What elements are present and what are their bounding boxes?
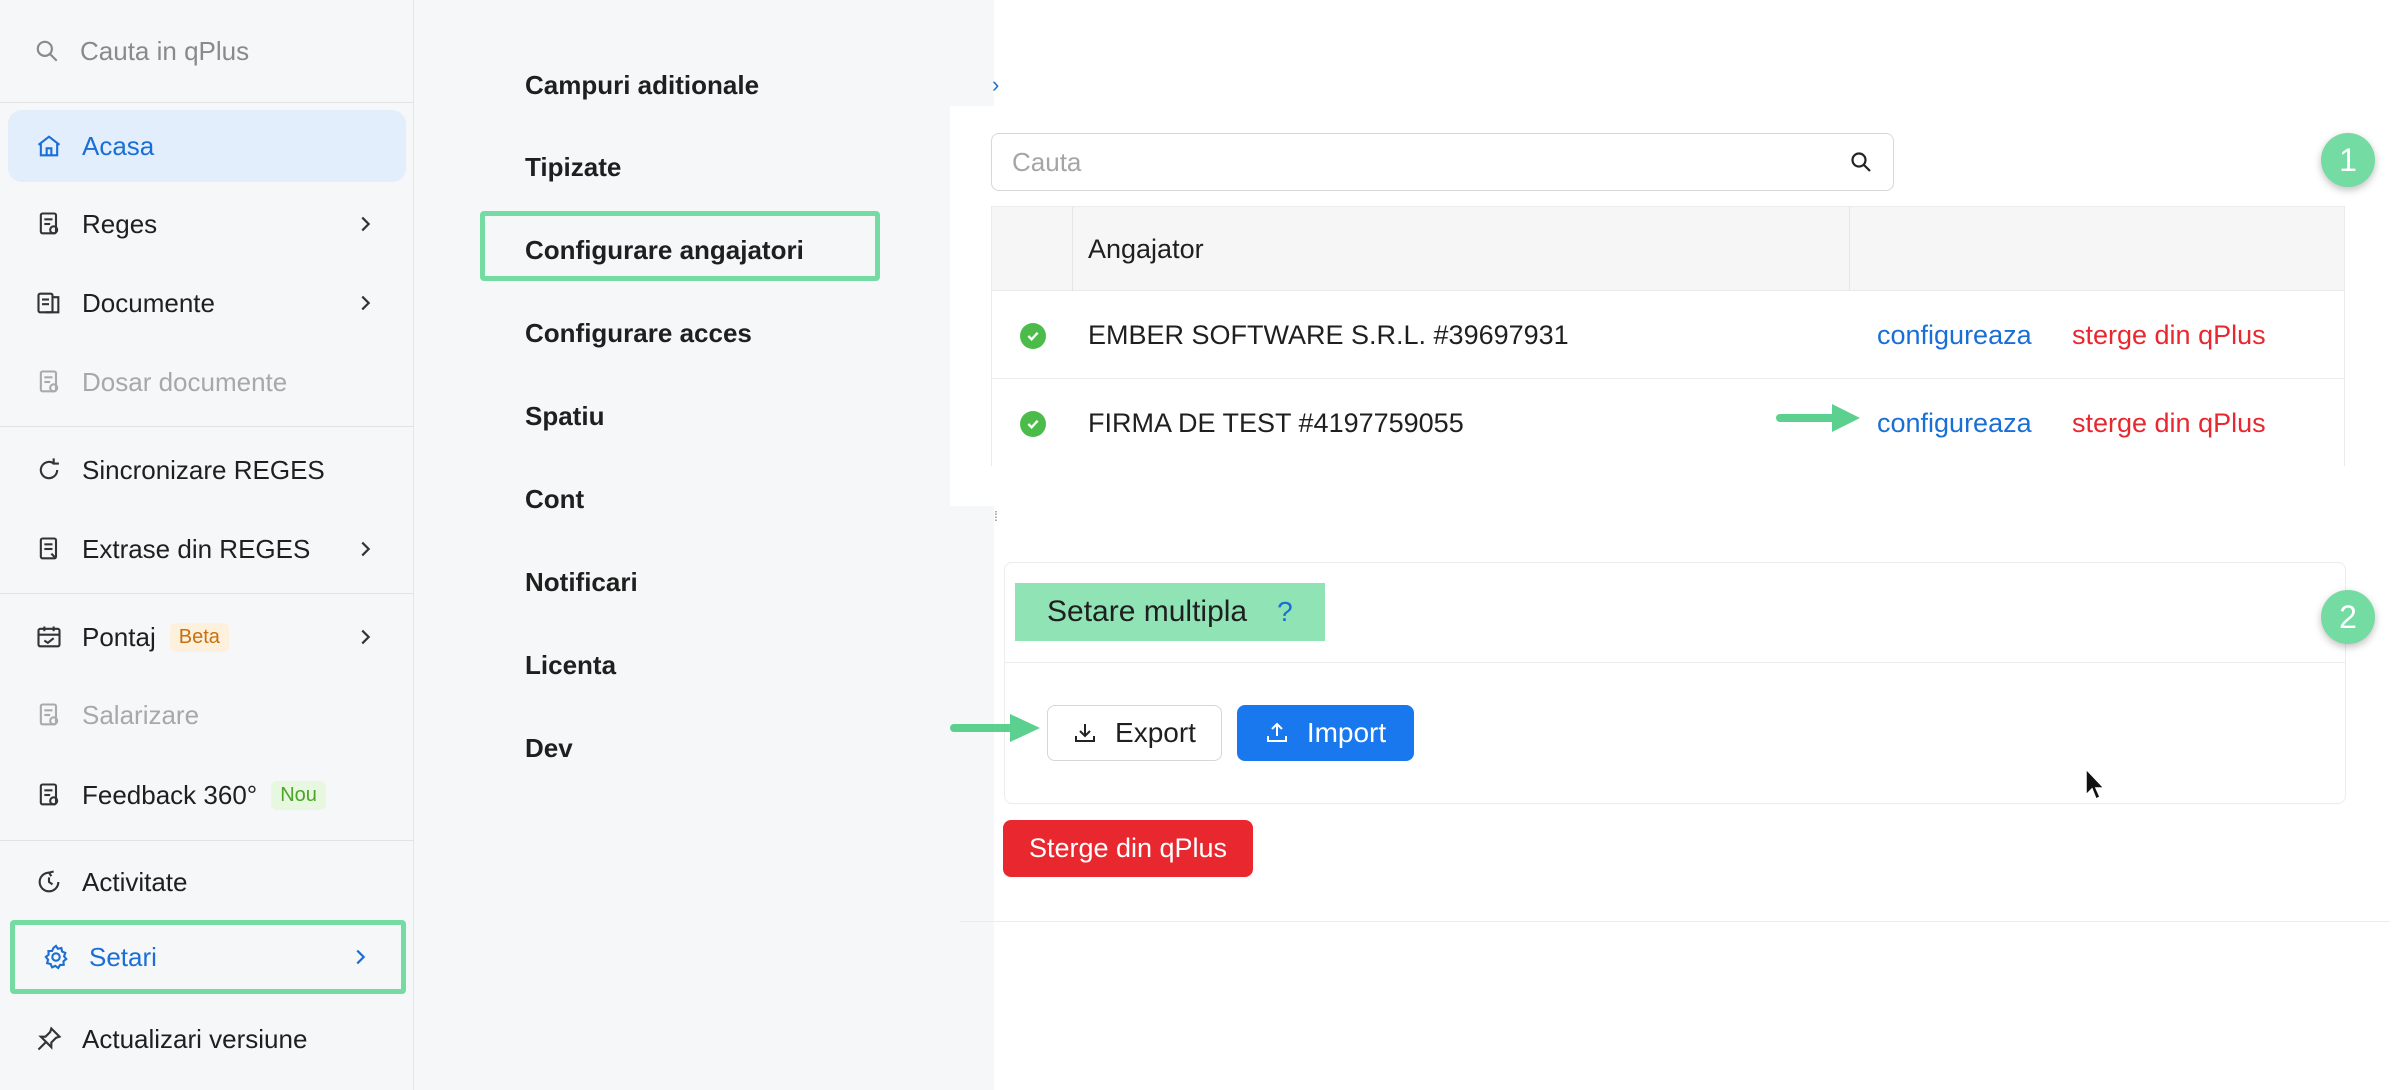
sidebar-item-label: Sincronizare REGES — [82, 454, 325, 485]
configure-link[interactable]: configureaza — [1877, 379, 2032, 467]
folder-doc-icon — [34, 367, 64, 397]
sidebar-item-label: Reges — [82, 208, 158, 239]
setare-title: Setare multipla ? — [1015, 583, 1325, 641]
sidebar-item-salarizare: Salarizare — [8, 679, 406, 751]
sidebar-item-label: Documente — [82, 287, 215, 318]
check-circle-icon — [1020, 323, 1046, 349]
sidebar: Cauta in qPlus Acasa Reges Documente Dos… — [0, 0, 414, 1090]
sidebar-item-label: Feedback 360° — [82, 779, 258, 810]
sidebar-item-actualizari-versiune[interactable]: Actualizari versiune — [8, 1003, 406, 1075]
sidebar-item-dosar-documente: Dosar documente — [8, 346, 406, 418]
chevron-right-icon — [361, 295, 371, 311]
mouse-cursor-icon — [2085, 767, 2106, 801]
sidebar-item-extrase-din-reges[interactable]: Extrase din REGES — [8, 513, 406, 585]
clock-icon — [34, 867, 64, 897]
sidebar-item-setari[interactable]: Setari — [10, 920, 406, 994]
scroll-stub: › — [992, 72, 1000, 97]
delete-link[interactable]: sterge din qPlus — [2072, 379, 2266, 467]
sidebar-item-pontaj[interactable]: Pontaj Beta — [8, 601, 406, 673]
sidebar-item-label: Dosar documente — [82, 366, 288, 397]
document-icon — [34, 209, 64, 239]
chevron-right-icon — [361, 541, 371, 557]
sidebar-item-label: Acasa — [82, 130, 155, 161]
chevron-right-icon — [356, 949, 366, 965]
setare-multipla-card: Setare multipla ? — [1004, 562, 2346, 804]
submenu-item-cont[interactable]: Cont — [525, 484, 584, 515]
sidebar-item-label: Extrase din REGES — [82, 533, 311, 564]
gear-icon — [41, 942, 71, 972]
table-row: FIRMA DE TEST #4197759055 configureaza s… — [992, 379, 2344, 467]
check-circle-icon — [1020, 411, 1046, 437]
help-icon[interactable]: ? — [1277, 596, 1293, 628]
sidebar-item-feedback-360[interactable]: Feedback 360° Nou — [8, 759, 406, 831]
documents-icon — [34, 288, 64, 318]
sidebar-item-label: Activitate — [82, 866, 188, 897]
chevron-right-icon — [361, 216, 371, 232]
delete-from-qplus-button[interactable]: Sterge din qPlus — [1003, 820, 1253, 877]
submenu-item-configurare-acces[interactable]: Configurare acces — [525, 318, 752, 349]
search-input[interactable]: Cauta — [991, 133, 1894, 191]
arrow-right-icon — [950, 714, 1040, 742]
employer-name: FIRMA DE TEST #4197759055 — [1088, 408, 1464, 438]
search-icon — [36, 40, 58, 62]
import-label: Import — [1306, 717, 1387, 748]
settings-submenu: Campuri aditionale Tipizate Configurare … — [414, 0, 994, 1090]
sidebar-item-label: Salarizare — [82, 699, 200, 730]
delete-link[interactable]: sterge din qPlus — [2072, 291, 2266, 379]
sidebar-item-documente[interactable]: Documente — [8, 267, 406, 339]
sidebar-item-reges[interactable]: Reges — [8, 188, 406, 260]
employers-table: Angajator EMBER SOFTWARE S.R.L. #3969793… — [991, 206, 2345, 467]
export-button[interactable]: Export — [1047, 705, 1222, 761]
submenu-item-campuri-aditionale[interactable]: Campuri aditionale — [525, 70, 759, 101]
pin-icon — [34, 1024, 64, 1054]
export-label: Export — [1115, 717, 1196, 748]
sync-icon — [34, 455, 64, 485]
payroll-icon — [34, 700, 64, 730]
beta-badge: Beta — [169, 622, 229, 652]
column-header-angajator: Angajator — [1088, 234, 1204, 264]
submenu-item-notificari[interactable]: Notificari — [525, 567, 638, 598]
highlight-frame — [480, 211, 880, 281]
sidebar-search[interactable]: Cauta in qPlus — [0, 0, 414, 102]
import-button[interactable]: Import — [1237, 705, 1414, 761]
search-icon — [1851, 152, 1871, 172]
sidebar-item-sincronizare-reges[interactable]: Sincronizare REGES — [8, 434, 406, 506]
divider — [960, 921, 2390, 922]
submenu-item-licenta[interactable]: Licenta — [525, 650, 616, 681]
sidebar-search-placeholder: Cauta in qPlus — [80, 35, 250, 66]
sidebar-item-label: Pontaj — [82, 621, 156, 652]
new-badge: Nou — [271, 780, 326, 810]
setare-header: Setare multipla ? — [1005, 563, 2345, 663]
upload-icon — [1266, 722, 1287, 742]
chevron-right-icon — [361, 629, 371, 645]
step-badge-2: 2 — [2321, 590, 2375, 644]
sidebar-item-activitate[interactable]: Activitate — [8, 846, 406, 918]
sidebar-item-label: Actualizari versiune — [82, 1023, 308, 1054]
sidebar-item-acasa[interactable]: Acasa — [8, 110, 406, 182]
table-header: Angajator — [992, 207, 2344, 291]
submenu-item-tipizate[interactable]: Tipizate — [525, 152, 621, 183]
submenu-item-spatiu[interactable]: Spatiu — [525, 401, 604, 432]
step-badge-1: 1 — [2321, 133, 2375, 187]
download-icon — [1075, 724, 1096, 742]
extract-icon — [34, 534, 64, 564]
arrow-right-icon — [1776, 404, 1860, 432]
feedback-icon — [34, 780, 64, 810]
stub-mark: ⁞ — [994, 508, 998, 524]
submenu-item-dev[interactable]: Dev — [525, 733, 573, 764]
employer-name: EMBER SOFTWARE S.R.L. #39697931 — [1088, 320, 1569, 350]
setare-title-text: Setare multipla — [1047, 595, 1248, 628]
sidebar-item-label: Setari — [89, 941, 157, 972]
search-placeholder: Cauta — [1012, 146, 1082, 177]
calendar-icon — [34, 622, 64, 652]
configure-link[interactable]: configureaza — [1877, 291, 2032, 379]
home-icon — [34, 131, 64, 161]
table-row: EMBER SOFTWARE S.R.L. #39697931 configur… — [992, 291, 2344, 379]
